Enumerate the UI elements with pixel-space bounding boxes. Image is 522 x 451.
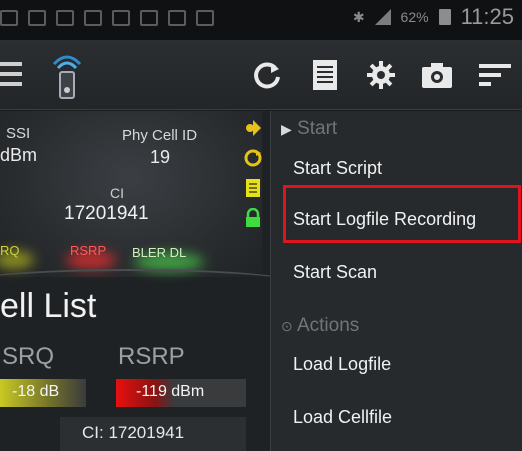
menu-icon[interactable] <box>0 62 22 92</box>
section-start-label: Start <box>297 118 338 139</box>
clock: 11:25 <box>460 4 514 29</box>
filter-icon[interactable] <box>478 58 512 92</box>
rsrp-bar: -119 dBm <box>116 379 246 407</box>
notification-icon <box>0 10 18 26</box>
status-icons <box>242 117 266 237</box>
ci-label: CI <box>110 185 124 201</box>
menu-item-load-cellfile[interactable]: Load Cellfile <box>293 407 392 428</box>
gear-icon[interactable] <box>364 58 398 92</box>
status-right: ✱ 62% 11:25 <box>353 4 514 30</box>
calendar-icon <box>140 10 158 26</box>
list-icon[interactable] <box>308 58 342 92</box>
app-logo-icon[interactable] <box>50 54 84 100</box>
rq-indicator: RQ <box>0 243 20 258</box>
battery-icon <box>438 9 451 25</box>
calendar-icon <box>196 10 214 26</box>
triangle-right-icon: ▶ <box>281 121 292 137</box>
kpi-panel: SSI dBm Phy Cell ID 19 CI 17201941 RQ RS… <box>0 111 270 277</box>
bluetooth-icon: ✱ <box>352 8 365 25</box>
calendar-icon <box>112 10 130 26</box>
logfile-icon <box>242 177 264 199</box>
signal-icon <box>374 9 391 25</box>
refresh-icon[interactable] <box>250 58 284 92</box>
section-actions-label: Actions <box>296 315 360 336</box>
status-bar: ✱ 62% 11:25 <box>0 0 522 40</box>
rsrp-indicator: RSRP <box>70 243 107 258</box>
main-panel: SSI dBm Phy Cell ID 19 CI 17201941 RQ RS… <box>0 111 270 451</box>
app-toolbar <box>0 40 522 110</box>
menu-item-start-scan[interactable]: Start Scan <box>293 262 377 283</box>
menu-item-start-logfile-recording[interactable]: Start Logfile Recording <box>293 209 476 230</box>
gps-icon <box>242 117 264 139</box>
menu-item-load-logfile[interactable]: Load Logfile <box>293 354 391 375</box>
cell-ci-text: CI: 17201941 <box>82 423 185 442</box>
section-actions: ⊙ Actions <box>281 315 359 337</box>
ssi-value: dBm <box>0 145 38 165</box>
gallery-icon <box>56 10 74 26</box>
phy-cell-id-label: Phy Cell ID <box>122 127 198 144</box>
calendar-icon <box>168 10 186 26</box>
ci-value: 17201941 <box>64 203 149 224</box>
bler-dl-indicator: BLER DL <box>132 245 187 260</box>
sync-icon <box>242 147 264 169</box>
battery-percent: 62% <box>400 9 429 25</box>
rsrp-value: -119 dBm <box>136 383 205 400</box>
notification-icons <box>0 10 214 28</box>
cell-list-title: ell List <box>0 287 97 325</box>
mail-icon <box>28 10 46 26</box>
ssi-label: SSI <box>6 125 31 142</box>
section-start: ▶ Start <box>281 118 337 140</box>
cell-ci-row: CI: 17201941 <box>60 417 246 451</box>
dropdown-menu: ▶ Start Start Script Start Logfile Recor… <box>270 111 522 451</box>
column-header-rsrp: RSRP <box>118 343 185 370</box>
phy-cell-id-value: 19 <box>150 147 171 167</box>
column-header-srq: SRQ <box>2 343 55 370</box>
circle-plus-icon: ⊙ <box>281 318 293 334</box>
rsrq-bar: -18 dB <box>0 379 86 407</box>
camera-icon[interactable] <box>420 58 454 92</box>
rsrq-value: -18 dB <box>12 383 60 400</box>
mail-icon <box>84 10 102 26</box>
menu-item-start-script[interactable]: Start Script <box>293 158 382 179</box>
lock-icon <box>242 207 264 229</box>
